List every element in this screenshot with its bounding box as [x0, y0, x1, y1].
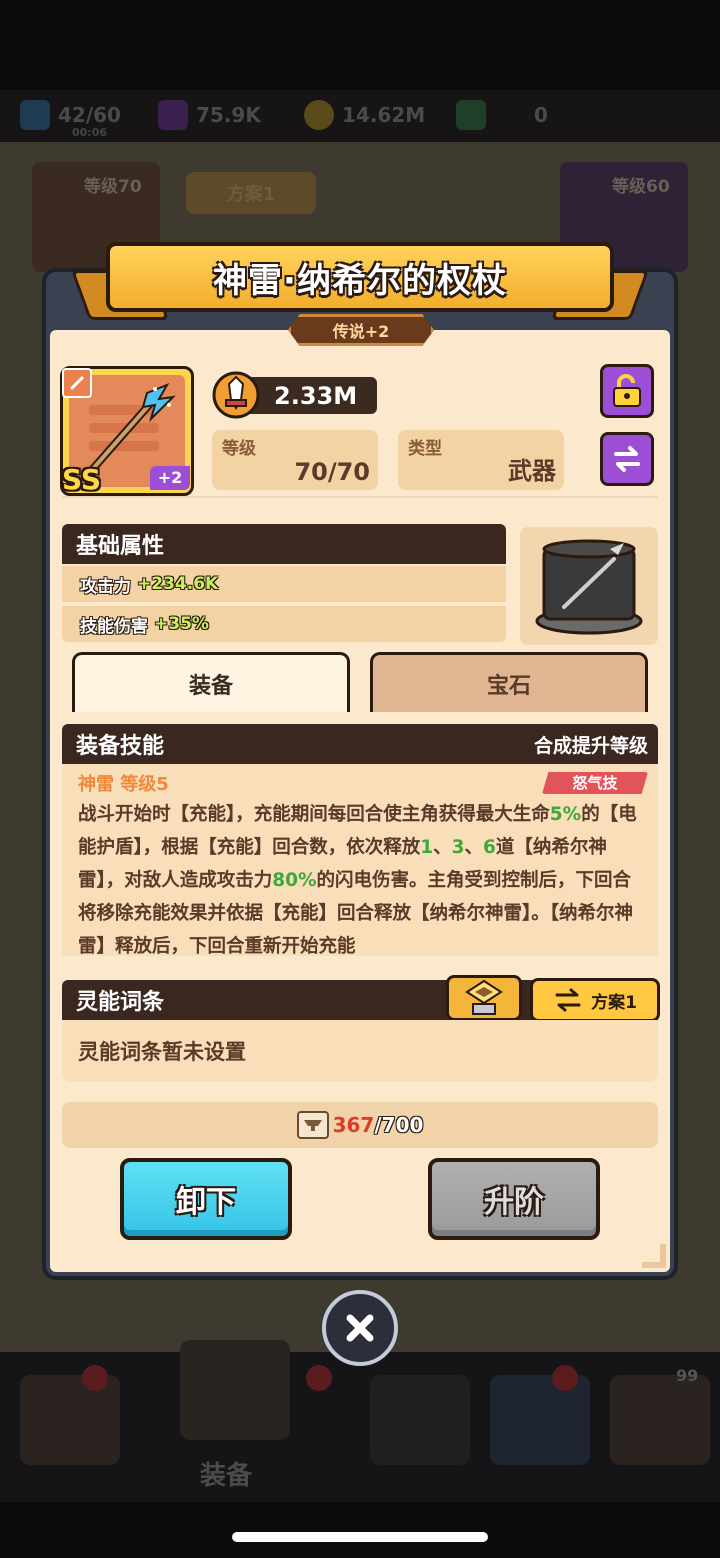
ascend-label: 升阶 [484, 1185, 544, 1220]
tab-gem-label: 宝石 [486, 673, 531, 699]
unlock-icon [613, 374, 641, 407]
nav-shop[interactable] [20, 1375, 120, 1465]
skill-header-title: 装备技能 [76, 734, 165, 759]
header-divider [62, 496, 658, 498]
tab-equipment[interactable]: 装备 [72, 652, 350, 712]
basic-attributes-title: 基础属性 [76, 534, 165, 559]
lock-button[interactable] [600, 364, 654, 418]
psionic-emblem-icon [465, 979, 503, 1015]
resource-crystal: 0 [456, 98, 548, 132]
energy-icon [20, 100, 50, 130]
gem-value: 75.9K [196, 103, 261, 127]
home-indicator[interactable] [232, 1532, 488, 1542]
rarity-label: 传说+2 [332, 322, 390, 341]
skill-name: 神雷 等级5 [78, 774, 169, 795]
attribute-value: +35% [154, 614, 209, 634]
attribute-name: 技能伤害 [80, 616, 148, 637]
level-box: 等级 70/70 [212, 430, 378, 490]
background-scheme-button[interactable]: 方案1 [186, 172, 316, 214]
equipment-notification-badge [306, 1365, 332, 1391]
nav-upgrade[interactable] [490, 1375, 590, 1465]
material-current: 367 [332, 1113, 375, 1137]
energy-timer: 00:06 [72, 126, 108, 139]
resource-coin: 14.62M [304, 98, 425, 132]
psionic-body: 灵能词条暂未设置 [62, 1020, 658, 1082]
crystal-icon [456, 100, 486, 130]
type-label: 类型 [408, 439, 442, 459]
crystal-value: 0 [534, 103, 548, 127]
ascend-button[interactable]: 升阶 [428, 1158, 600, 1240]
basic-attributes-header: 基础属性 [62, 524, 506, 564]
rarity-tag: 传说+2 [288, 314, 434, 346]
coin-icon [304, 100, 334, 130]
left-card-level: 等级70 [84, 177, 142, 197]
tab-equipment-label: 装备 [188, 673, 233, 699]
weapon-type-icon [62, 368, 92, 398]
grade-badge: SS [62, 463, 102, 496]
close-button[interactable] [322, 1290, 398, 1366]
psionic-scheme-button[interactable]: 方案1 [530, 978, 660, 1022]
power-display: 2.33M [240, 377, 377, 414]
psionic-emblem-button[interactable] [446, 975, 522, 1021]
swap-icon [555, 988, 581, 1012]
attribute-row-skill-damage: 技能伤害 +35% [62, 606, 506, 642]
nav-equipment[interactable] [180, 1340, 290, 1440]
anvil-material-icon [296, 1111, 329, 1139]
resource-energy: 42/60 00:06 [20, 98, 121, 139]
psionic-empty-text: 灵能词条暂未设置 [78, 1040, 246, 1064]
ascend-material-bar: 367 /700 [62, 1102, 658, 1148]
unequip-label: 卸下 [176, 1185, 236, 1220]
power-value: 2.33M [274, 381, 358, 410]
swap-icon [614, 446, 640, 472]
attribute-row-attack: 攻击力 +234.6K [62, 566, 506, 602]
psionic-title: 灵能词条 [76, 990, 165, 1015]
enhance-badge: +2 [150, 466, 190, 490]
skill-upgrade-hint: 合成提升等级 [533, 734, 648, 757]
skill-header: 装备技能 合成提升等级 [62, 724, 658, 764]
nav-battle[interactable] [370, 1375, 470, 1465]
material-max: /700 [374, 1113, 424, 1137]
pedestal-icon [535, 539, 643, 635]
coin-value: 14.62M [342, 103, 426, 127]
level-value: 70/70 [294, 458, 370, 486]
attribute-name: 攻击力 [80, 576, 131, 597]
swap-button[interactable] [600, 432, 654, 486]
attribute-value: +234.6K [137, 574, 219, 594]
resource-gem: 75.9K [158, 98, 261, 132]
gem-icon [158, 100, 188, 130]
skill-description: 战斗开始时【充能】，充能期间每回合使主角获得最大生命5%的【电能护盾】，根据【充… [78, 804, 637, 957]
psionic-scheme-label: 方案1 [591, 992, 637, 1013]
shop-notification-badge [82, 1365, 108, 1391]
level-label: 等级 [222, 439, 256, 459]
title-ribbon: 神雷·纳希尔的权杖 [106, 242, 614, 312]
close-icon [346, 1314, 374, 1342]
power-icon [212, 371, 260, 419]
type-value: 武器 [508, 457, 556, 485]
rage-skill-tag: 怒气技 [542, 772, 648, 794]
tab-gem[interactable]: 宝石 [370, 652, 648, 712]
unequip-button[interactable]: 卸下 [120, 1158, 292, 1240]
item-title: 神雷·纳希尔的权杖 [213, 260, 507, 301]
right-card-level: 等级60 [612, 177, 670, 197]
item-model-preview[interactable] [520, 527, 658, 645]
energy-value: 42/60 [58, 103, 121, 127]
background-scheme-label: 方案1 [226, 184, 276, 205]
nav-equipment-label: 装备 [200, 1461, 253, 1491]
upgrade-notification-badge [552, 1365, 578, 1391]
chest-count-badge: 99 [676, 1366, 699, 1385]
type-box: 类型 武器 [398, 430, 564, 490]
nav-chest[interactable] [610, 1375, 710, 1465]
